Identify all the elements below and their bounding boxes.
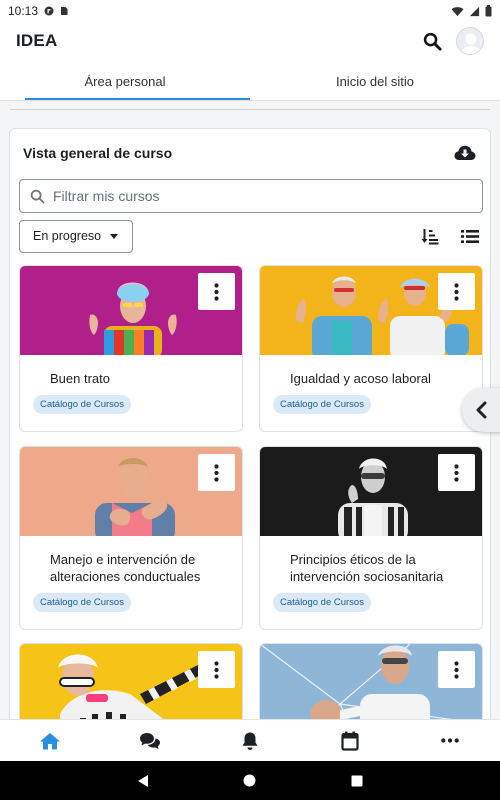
list-view-icon[interactable]: [461, 229, 479, 244]
bottom-nav: [0, 719, 500, 761]
battery-icon: [485, 5, 492, 17]
course-overview-title: Vista general de curso: [23, 145, 173, 161]
tab-inicio-del-sitio[interactable]: Inicio del sitio: [250, 62, 500, 100]
progress-filter-dropdown[interactable]: En progreso: [19, 219, 134, 253]
course-overview-card: Vista general de curso En progreso: [9, 128, 491, 719]
more-vertical-icon: [214, 660, 219, 679]
course-category-badge: Catálogo de Cursos: [273, 395, 371, 414]
course-menu-button[interactable]: [438, 651, 475, 688]
nav-home[interactable]: [0, 720, 100, 761]
chevron-down-icon: [110, 233, 119, 239]
course-name[interactable]: Principios éticos de la intervención soc…: [290, 551, 472, 585]
course-menu-button[interactable]: [438, 273, 475, 310]
course-menu-button[interactable]: [198, 273, 235, 310]
course-category-badge: Catálogo de Cursos: [33, 395, 131, 414]
course-name[interactable]: Buen trato: [50, 370, 232, 387]
user-avatar[interactable]: [456, 27, 484, 55]
signal-icon: [469, 6, 480, 16]
app-title: IDEA: [16, 31, 58, 50]
status-time: 10:13: [8, 4, 39, 18]
more-vertical-icon: [214, 282, 219, 301]
search-icon[interactable]: [423, 32, 442, 51]
more-vertical-icon: [454, 660, 459, 679]
progress-filter-value: En progreso: [33, 229, 102, 243]
course-card[interactable]: Igualdad y acoso laboral Catálogo de Cur…: [259, 265, 483, 432]
course-menu-button[interactable]: [198, 454, 235, 491]
home-icon: [40, 732, 60, 749]
system-navigation-bar: [0, 761, 500, 800]
more-icon: [441, 738, 459, 743]
download-cloud-icon[interactable]: [454, 145, 476, 161]
course-category-badge: Catálogo de Cursos: [33, 593, 131, 612]
course-name[interactable]: Igualdad y acoso laboral: [290, 370, 472, 387]
search-icon: [30, 189, 45, 203]
course-image[interactable]: [260, 447, 482, 536]
course-image[interactable]: [20, 644, 242, 719]
course-card[interactable]: [259, 643, 483, 719]
course-menu-button[interactable]: [198, 651, 235, 688]
sort-icon[interactable]: [421, 228, 439, 245]
tab-bar: Área personal Inicio del sitio: [0, 62, 500, 100]
back-icon[interactable]: [137, 774, 149, 788]
course-image[interactable]: [260, 266, 482, 355]
course-card[interactable]: [19, 643, 243, 719]
course-menu-button[interactable]: [438, 454, 475, 491]
course-search-field[interactable]: [19, 179, 483, 213]
block-drawer-toggle[interactable]: [462, 388, 500, 432]
sim-card-icon: [61, 7, 68, 15]
course-card[interactable]: Buen trato Catálogo de Cursos: [19, 265, 243, 432]
course-image[interactable]: [20, 266, 242, 355]
course-card[interactable]: Principios éticos de la intervención soc…: [259, 446, 483, 630]
status-bar: 10:13: [0, 0, 500, 22]
course-image[interactable]: [20, 447, 242, 536]
messages-icon: [140, 732, 160, 749]
bell-icon: [242, 732, 258, 750]
more-vertical-icon: [454, 463, 459, 482]
nav-messages[interactable]: [100, 720, 200, 761]
calendar-icon: [341, 731, 359, 751]
course-category-badge: Catálogo de Cursos: [273, 593, 371, 612]
more-vertical-icon: [214, 463, 219, 482]
course-search-input[interactable]: [53, 188, 453, 204]
chevron-left-icon: [476, 401, 487, 419]
course-card[interactable]: Manejo e intervención de alteraciones co…: [19, 446, 243, 630]
nav-more[interactable]: [400, 720, 500, 761]
nav-notifications[interactable]: [200, 720, 300, 761]
tab-area-personal[interactable]: Área personal: [0, 62, 250, 100]
app-notification-icon: [44, 6, 54, 16]
recents-icon[interactable]: [351, 775, 363, 787]
course-name[interactable]: Manejo e intervención de alteraciones co…: [50, 551, 232, 585]
more-vertical-icon: [454, 282, 459, 301]
wifi-icon: [451, 6, 464, 16]
screen: 10:13 IDEA Área personal Inicio del siti…: [0, 0, 500, 800]
main-content[interactable]: Vista general de curso En progreso: [0, 101, 500, 719]
app-bar: IDEA: [0, 22, 500, 60]
divider: [10, 109, 490, 110]
home-button-icon[interactable]: [243, 774, 256, 787]
user-icon: [460, 33, 482, 54]
nav-calendar[interactable]: [300, 720, 400, 761]
course-image[interactable]: [260, 644, 482, 719]
